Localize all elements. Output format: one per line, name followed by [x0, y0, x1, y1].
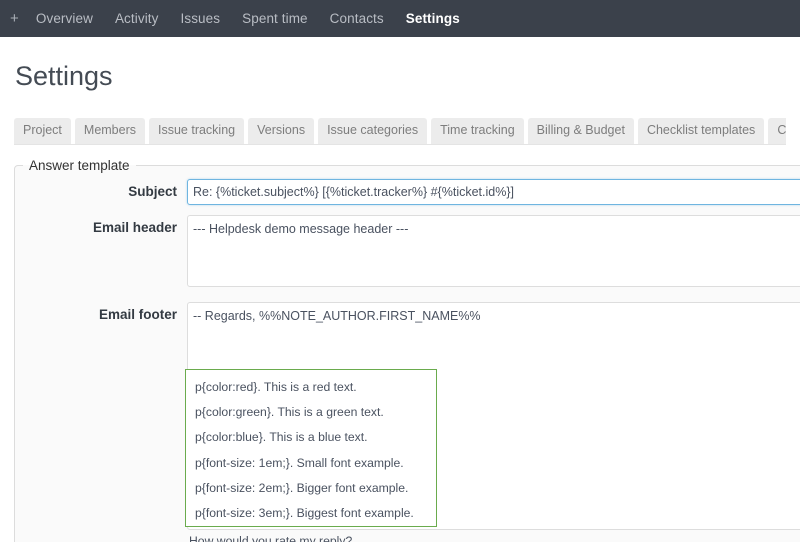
tab-versions[interactable]: Versions: [248, 118, 314, 144]
subject-form-row: Subject: [15, 179, 800, 205]
tab-project[interactable]: Project: [14, 118, 71, 144]
tab-issue-tracking[interactable]: Issue tracking: [149, 118, 244, 144]
nav-item-activity[interactable]: Activity: [104, 0, 170, 37]
email-footer-label: Email footer: [15, 302, 187, 325]
subject-input[interactable]: [187, 179, 800, 205]
email-header-form-row: Email header: [15, 215, 800, 292]
top-navigation-bar: + Overview Activity Issues Spent time Co…: [0, 0, 800, 37]
email-footer-field-wrap: [187, 302, 800, 535]
nav-item-settings[interactable]: Settings: [395, 0, 471, 37]
nav-item-contacts[interactable]: Contacts: [319, 0, 395, 37]
tab-billing-and-budget[interactable]: Billing & Budget: [528, 118, 634, 144]
email-header-textarea[interactable]: [187, 215, 800, 287]
tab-members[interactable]: Members: [75, 118, 145, 144]
nav-item-spent-time[interactable]: Spent time: [231, 0, 319, 37]
email-header-field-wrap: [187, 215, 800, 292]
email-footer-form-row: Email footer: [15, 302, 800, 535]
answer-template-fieldset: Answer template Subject Email header Ema…: [14, 158, 800, 542]
tab-time-tracking[interactable]: Time tracking: [431, 118, 524, 144]
add-project-icon[interactable]: +: [7, 0, 25, 37]
answer-template-legend: Answer template: [23, 158, 136, 173]
subject-label: Subject: [15, 179, 187, 202]
nav-item-overview[interactable]: Overview: [25, 0, 104, 37]
tab-contacts[interactable]: Contacts: [768, 118, 786, 144]
page-title: Settings: [14, 62, 786, 92]
page-content: Settings Project Members Issue tracking …: [0, 37, 800, 542]
settings-tab-strip: Project Members Issue tracking Versions …: [14, 118, 786, 145]
tab-issue-categories[interactable]: Issue categories: [318, 118, 427, 144]
email-header-label: Email header: [15, 215, 187, 238]
email-footer-textarea[interactable]: [187, 302, 800, 530]
nav-item-issues[interactable]: Issues: [170, 0, 232, 37]
tab-checklist-templates[interactable]: Checklist templates: [638, 118, 764, 144]
subject-field-wrap: [187, 179, 800, 205]
